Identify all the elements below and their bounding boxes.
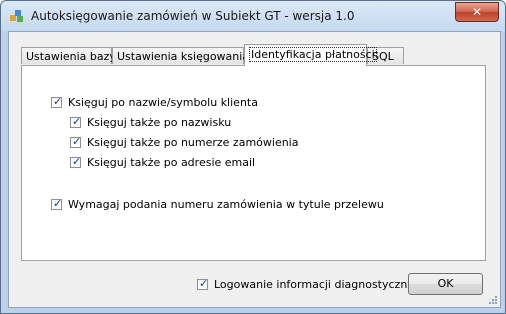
tab-label: Identyfikacja płatności	[249, 47, 377, 62]
close-icon: ✕	[471, 5, 483, 19]
checkmark-icon: ✓	[72, 135, 82, 148]
close-button[interactable]: ✕	[455, 2, 499, 22]
diagnostic-logging-checkbox[interactable]: ✓	[197, 277, 209, 290]
checkmark-icon: ✓	[53, 95, 63, 108]
book-by-order-number-checkbox-row[interactable]: ✓ Księguj także po numerze zamówienia	[70, 135, 299, 149]
require-order-number-checkbox-row[interactable]: ✓ Wymagaj podania numeru zamówienia w ty…	[51, 197, 384, 211]
book-by-name-checkbox-row[interactable]: ✓ Księguj po nazwie/symbolu klienta	[51, 95, 258, 109]
book-by-surname-checkbox-row[interactable]: ✓ Księguj także po nazwisku	[70, 115, 232, 129]
app-icon	[10, 10, 24, 22]
main-window: Autoksięgowanie zamówień w Subiekt GT - …	[0, 0, 506, 314]
tab-label: Ustawienia bazy	[26, 50, 116, 63]
window-title: Autoksięgowanie zamówień w Subiekt GT - …	[31, 9, 355, 23]
checkmark-icon: ✓	[72, 115, 82, 128]
book-by-email-label: Księguj także po adresie email	[87, 156, 256, 169]
diagnostic-logging-label: Logowanie informacji diagnostycznych	[214, 278, 427, 291]
ok-button[interactable]: OK	[408, 273, 483, 295]
checkmark-icon: ✓	[53, 197, 63, 210]
tab-ustawienia-ksiegowania[interactable]: Ustawienia księgowania	[112, 47, 249, 64]
book-by-surname-label: Księguj także po nazwisku	[87, 116, 232, 129]
book-by-email-checkbox-row[interactable]: ✓ Księguj także po adresie email	[70, 155, 256, 169]
book-by-order-number-label: Księguj także po numerze zamówienia	[87, 136, 299, 149]
book-by-email-checkbox[interactable]: ✓	[70, 155, 82, 168]
require-order-number-checkbox[interactable]: ✓	[51, 197, 63, 210]
book-by-order-number-checkbox[interactable]: ✓	[70, 135, 82, 148]
tab-ustawienia-bazy[interactable]: Ustawienia bazy	[21, 47, 116, 64]
tab-identyfikacja-platnosci[interactable]: Identyfikacja płatności	[244, 44, 377, 66]
tab-panel-identyfikacja: ✓ Księguj po nazwie/symbolu klienta ✓ Ks…	[21, 65, 486, 261]
diagnostic-logging-checkbox-row[interactable]: ✓ Logowanie informacji diagnostycznych	[197, 277, 427, 291]
require-order-number-label: Wymagaj podania numeru zamówienia w tytu…	[68, 198, 384, 211]
book-by-name-label: Księguj po nazwie/symbolu klienta	[68, 96, 258, 109]
book-by-name-checkbox[interactable]: ✓	[51, 95, 63, 108]
title-bar[interactable]: Autoksięgowanie zamówień w Subiekt GT - …	[1, 1, 505, 31]
checkmark-icon: ✓	[199, 277, 209, 290]
checkmark-icon: ✓	[72, 155, 82, 168]
resize-grip-icon[interactable]	[488, 295, 498, 305]
tab-label: Ustawienia księgowania	[117, 50, 250, 63]
book-by-surname-checkbox[interactable]: ✓	[70, 115, 82, 128]
dialog-client-area: Ustawienia bazy Ustawienia księgowania I…	[8, 31, 501, 308]
